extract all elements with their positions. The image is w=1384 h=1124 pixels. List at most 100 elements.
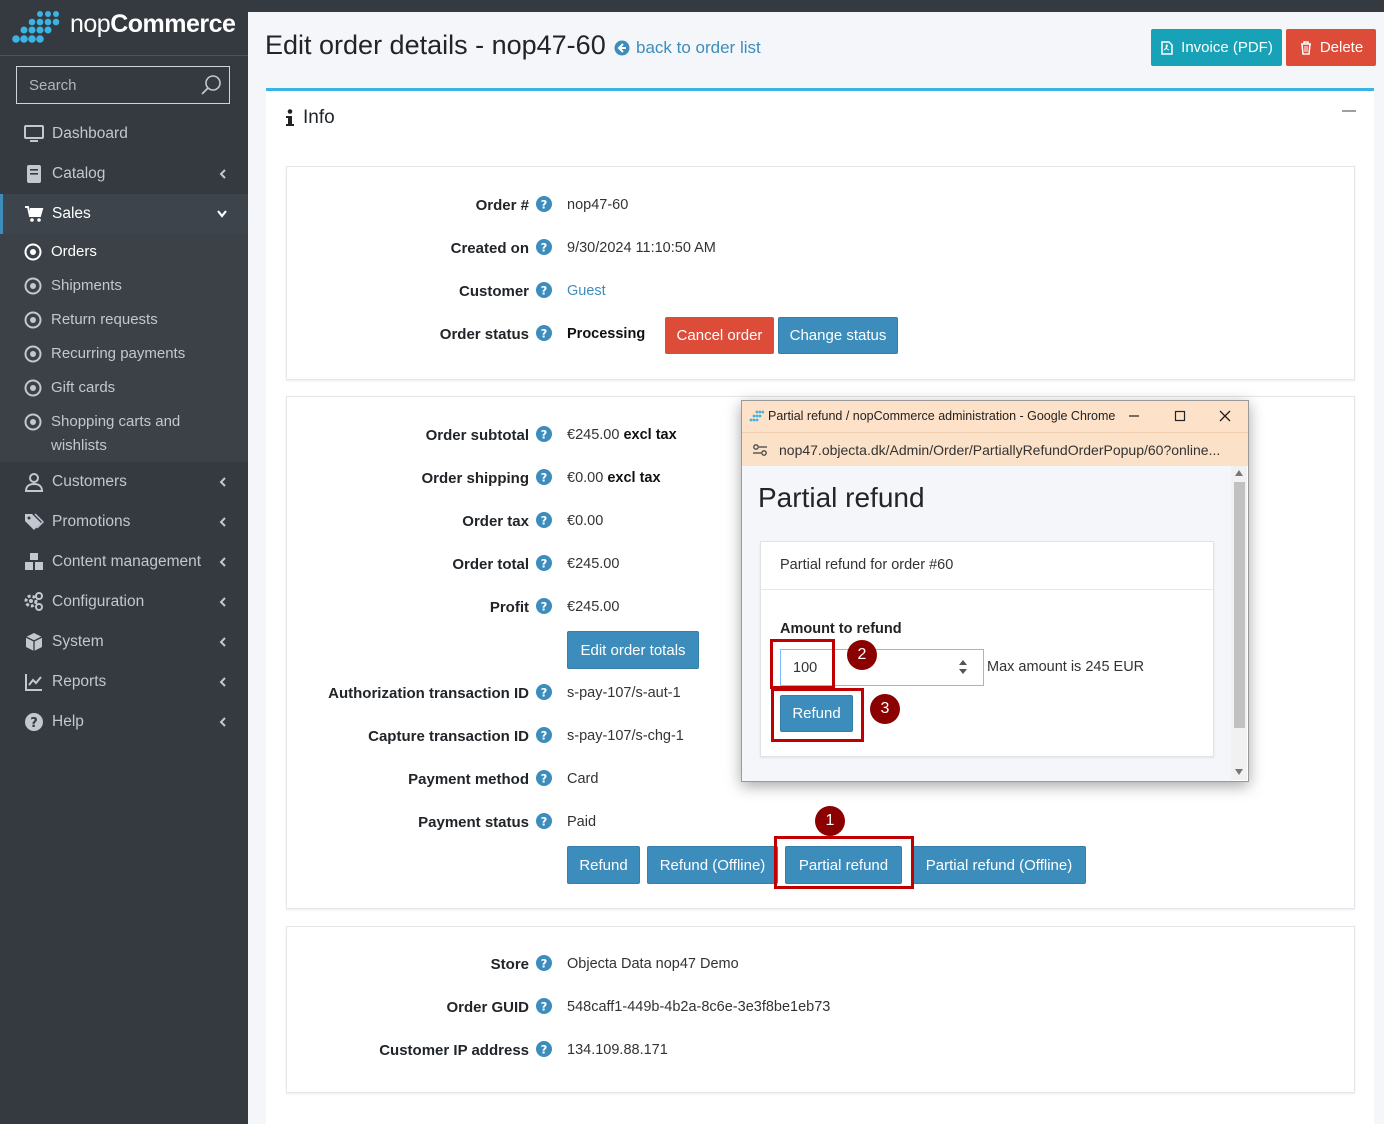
help-icon[interactable]: ? [536, 282, 552, 298]
sidebar-item-promotions[interactable]: Promotions [0, 502, 248, 542]
dashboard-icon [24, 125, 44, 142]
field-label-capture-transaction-id: Capture transaction ID [368, 728, 529, 745]
delete-button[interactable]: Delete [1286, 29, 1376, 66]
cube-icon [25, 633, 43, 651]
help-icon[interactable]: ? [536, 727, 552, 743]
help-icon[interactable]: ? [536, 555, 552, 571]
help-icon[interactable]: ? [536, 998, 552, 1014]
order-tax-value: €0.00 [567, 513, 604, 529]
customer-ip-value: 134.109.88.171 [567, 1042, 668, 1058]
popup-titlebar[interactable]: Partial refund / nopCommerce administrat… [742, 401, 1248, 432]
popup-address-bar[interactable]: nop47.objecta.dk/Admin/Order/PartiallyRe… [742, 432, 1248, 466]
authorization-transaction-id-value: s-pay-107/s-aut-1 [567, 685, 681, 701]
circle-dot-icon [24, 413, 42, 431]
circle-dot-icon [24, 277, 42, 295]
circle-dot-icon [24, 243, 42, 261]
svg-text:?: ? [541, 428, 548, 442]
refund-offline-button[interactable]: Refund (Offline) [647, 846, 778, 884]
help-icon[interactable]: ? [536, 813, 552, 829]
sidebar-subitem-label: Gift cards [51, 379, 116, 396]
question-icon: ? [25, 713, 43, 731]
sidebar-item-dashboard[interactable]: Dashboard [0, 114, 248, 154]
favicon-icon [749, 410, 764, 422]
created-on-value: 9/30/2024 11:10:50 AM [567, 240, 716, 256]
customer-link[interactable]: Guest [567, 283, 606, 299]
svg-text:?: ? [541, 1000, 548, 1014]
svg-text:?: ? [541, 1043, 548, 1057]
refund-button[interactable]: Refund [567, 846, 640, 884]
sidebar-subitem-label: Orders [51, 243, 97, 260]
number-spinner-icon[interactable] [957, 658, 969, 676]
cubes-icon [25, 553, 43, 570]
brand[interactable]: nopCommerce [0, 0, 248, 56]
sidebar-item-catalog[interactable]: Catalog [0, 154, 248, 194]
chevron-left-icon [219, 677, 226, 687]
scroll-up-icon[interactable] [1235, 470, 1243, 476]
profit-value: €245.00 [567, 599, 620, 615]
info-card-header[interactable] [266, 91, 1374, 145]
svg-text:?: ? [541, 772, 548, 786]
invoice-pdf-button[interactable]: Invoice (PDF) [1151, 29, 1282, 66]
collapse-icon[interactable] [1342, 110, 1356, 112]
sidebar-item-label: Dashboard [52, 125, 128, 142]
edit-order-totals-button[interactable]: Edit order totals [567, 631, 699, 669]
sidebar-subitem-label: Shopping carts and wishlists [51, 413, 181, 454]
tags-icon [25, 513, 44, 530]
site-settings-icon[interactable] [752, 443, 768, 457]
brand-name: nopCommerce [70, 10, 236, 38]
help-icon[interactable]: ? [536, 684, 552, 700]
annotation-badge-2: 2 [847, 640, 877, 670]
change-status-button[interactable]: Change status [778, 317, 898, 354]
field-label-payment-method: Payment method [408, 771, 529, 788]
sidebar-item-label: Promotions [52, 513, 131, 530]
sidebar-item-label: System [52, 633, 104, 650]
sidebar-item-reports[interactable]: Reports [0, 662, 248, 702]
help-icon[interactable]: ? [536, 469, 552, 485]
scroll-down-icon[interactable] [1235, 769, 1243, 775]
help-icon[interactable]: ? [536, 512, 552, 528]
sidebar-item-system[interactable]: System [0, 622, 248, 662]
sidebar-item-configuration[interactable]: Configuration [0, 582, 248, 622]
help-icon[interactable]: ? [536, 239, 552, 255]
cancel-order-button[interactable]: Cancel order [665, 317, 774, 354]
field-label-authorization-transaction-id: Authorization transaction ID [328, 685, 529, 702]
order-total-value: €245.00 [567, 556, 620, 572]
search-icon[interactable] [199, 73, 223, 97]
sidebar-item-label: Help [52, 713, 84, 730]
sidebar-item-content-management[interactable]: Content management [0, 542, 248, 582]
help-icon[interactable]: ? [536, 955, 552, 971]
field-label-order-shipping: Order shipping [421, 470, 529, 487]
sidebar-item-sales[interactable]: Sales [0, 194, 248, 234]
popup-scrollbar-thumb[interactable] [1234, 482, 1245, 728]
close-icon[interactable] [1215, 406, 1235, 426]
maximize-icon[interactable] [1170, 406, 1190, 426]
user-icon [24, 473, 44, 492]
partial-refund-offline-button[interactable]: Partial refund (Offline) [912, 846, 1086, 884]
help-icon[interactable]: ? [536, 598, 552, 614]
sidebar-item-label: Customers [52, 473, 127, 490]
sidebar-item-help[interactable]: ? Help [0, 702, 248, 742]
help-icon[interactable]: ? [536, 1041, 552, 1057]
chevron-left-icon [219, 597, 226, 607]
file-pdf-icon [1161, 40, 1173, 55]
chevron-left-icon [219, 517, 226, 527]
search-input[interactable] [17, 67, 197, 103]
back-to-order-list-link[interactable]: back to order list [614, 38, 761, 58]
sales-submenu: Orders Shipments Return requests Recurri… [0, 234, 248, 462]
circle-dot-icon [24, 379, 42, 397]
help-icon[interactable]: ? [536, 770, 552, 786]
minimize-icon[interactable] [1124, 406, 1144, 426]
popup-window-title: Partial refund / nopCommerce administrat… [768, 409, 1116, 423]
arrow-circle-left-icon [614, 40, 630, 56]
svg-text:?: ? [541, 241, 548, 255]
help-icon[interactable]: ? [536, 196, 552, 212]
chevron-left-icon [219, 637, 226, 647]
help-icon[interactable]: ? [536, 325, 552, 341]
capture-transaction-id-value: s-pay-107/s-chg-1 [567, 728, 684, 744]
field-label-order-total: Order total [452, 556, 529, 573]
chevron-left-icon [219, 557, 226, 567]
annotation-box-amount [770, 639, 835, 689]
sidebar-item-customers[interactable]: Customers [0, 462, 248, 502]
field-label-order-status: Order status [439, 326, 529, 343]
help-icon[interactable]: ? [536, 426, 552, 442]
